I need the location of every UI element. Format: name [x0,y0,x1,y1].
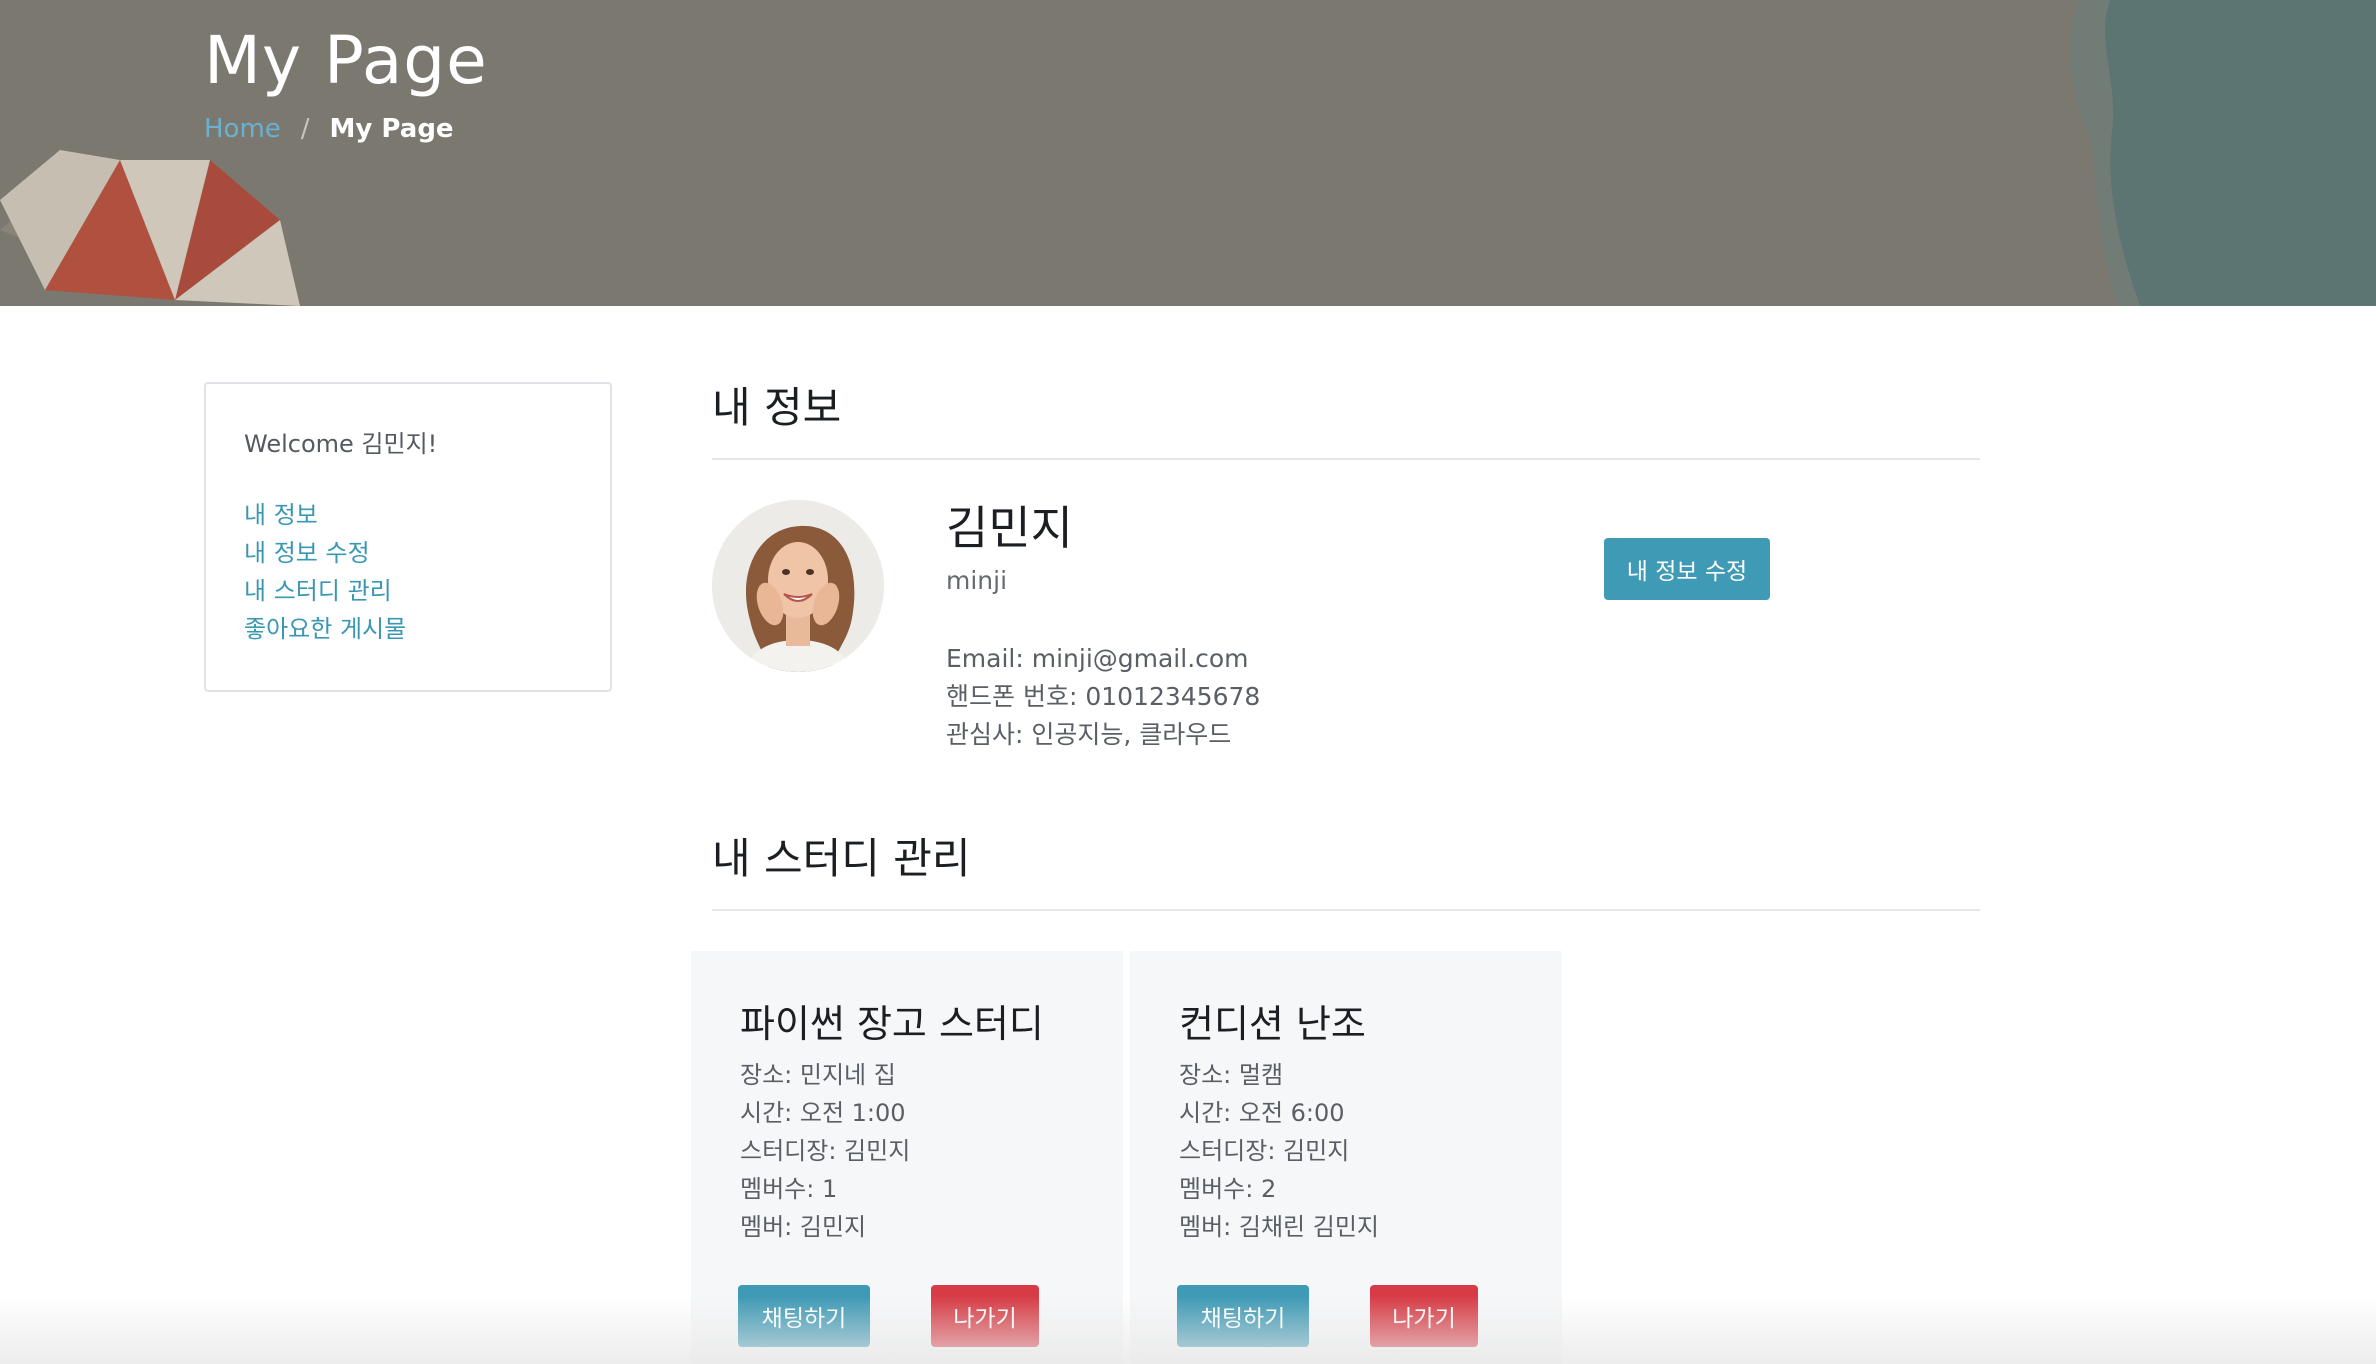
profile-interests: 관심사: 인공지능, 클라우드 [946,720,1232,749]
sidebar-link-edit-info[interactable]: 내 정보 수정 [244,539,370,567]
study-details: 장소: 민지네 집 시간: 오전 1:00 스터디장: 김민지 멤버수: 1 멤… [740,1056,910,1246]
page-title: My Page [204,22,488,99]
profile-phone: 핸드폰 번호: 01012345678 [946,682,1261,711]
leave-button[interactable]: 나가기 [931,1285,1039,1347]
chat-button[interactable]: 채팅하기 [1177,1285,1309,1347]
sidebar-item: 좋아요한 게시물 [244,610,406,648]
leave-button[interactable]: 나가기 [1370,1285,1478,1347]
breadcrumb-home-link[interactable]: Home [204,114,281,144]
sidebar-link-liked-posts[interactable]: 좋아요한 게시물 [244,615,406,643]
study-title: 파이썬 장고 스터디 [740,1002,1044,1046]
sidebar-item: 내 정보 [244,496,406,534]
study-leader: 스터디장: 김민지 [1179,1137,1350,1165]
my-info-heading: 내 정보 [712,383,842,432]
mypage-sidebar: Welcome 김민지! 내 정보 내 정보 수정 내 스터디 관리 좋아요한 … [204,382,612,692]
study-place: 장소: 멀캠 [1179,1061,1284,1089]
profile-email: Email: minji@gmail.com [946,644,1249,673]
my-studies-heading: 내 스터디 관리 [712,834,971,883]
sidebar-link-my-studies[interactable]: 내 스터디 관리 [244,577,392,605]
profile-avatar [712,500,884,672]
study-place: 장소: 민지네 집 [740,1061,896,1089]
section-divider [712,909,1980,911]
sidebar-item: 내 정보 수정 [244,534,406,572]
profile-details: Email: minji@gmail.com 핸드폰 번호: 010123456… [946,640,1260,754]
breadcrumb: Home / My Page [204,114,454,144]
breadcrumb-separator: / [300,114,310,144]
chat-button[interactable]: 채팅하기 [738,1285,870,1347]
welcome-message: Welcome 김민지! [244,430,438,458]
profile-username: minji [946,566,1008,595]
study-card: 컨디션 난조 장소: 멀캠 시간: 오전 6:00 스터디장: 김민지 멤버수:… [1130,951,1562,1364]
breadcrumb-current: My Page [329,114,454,144]
study-details: 장소: 멀캠 시간: 오전 6:00 스터디장: 김민지 멤버수: 2 멤버: … [1179,1056,1379,1246]
sidebar-menu: 내 정보 내 정보 수정 내 스터디 관리 좋아요한 게시물 [244,496,406,648]
page-header-banner: My Page Home / My Page [0,0,2376,306]
study-members: 멤버: 김민지 [740,1213,867,1241]
edit-profile-button[interactable]: 내 정보 수정 [1604,538,1770,600]
avatar-photo [712,500,884,672]
study-leader: 스터디장: 김민지 [740,1137,911,1165]
study-time: 시간: 오전 6:00 [1179,1099,1345,1127]
study-title: 컨디션 난조 [1179,1002,1366,1046]
section-divider [712,458,1980,460]
sidebar-link-my-info[interactable]: 내 정보 [244,501,318,529]
study-member-count: 멤버수: 1 [740,1175,838,1203]
sidebar-item: 내 스터디 관리 [244,572,406,610]
study-members: 멤버: 김채린 김민지 [1179,1213,1379,1241]
study-time: 시간: 오전 1:00 [740,1099,906,1127]
profile-name: 김민지 [946,501,1073,555]
study-member-count: 멤버수: 2 [1179,1175,1277,1203]
study-card: 파이썬 장고 스터디 장소: 민지네 집 시간: 오전 1:00 스터디장: 김… [691,951,1123,1364]
